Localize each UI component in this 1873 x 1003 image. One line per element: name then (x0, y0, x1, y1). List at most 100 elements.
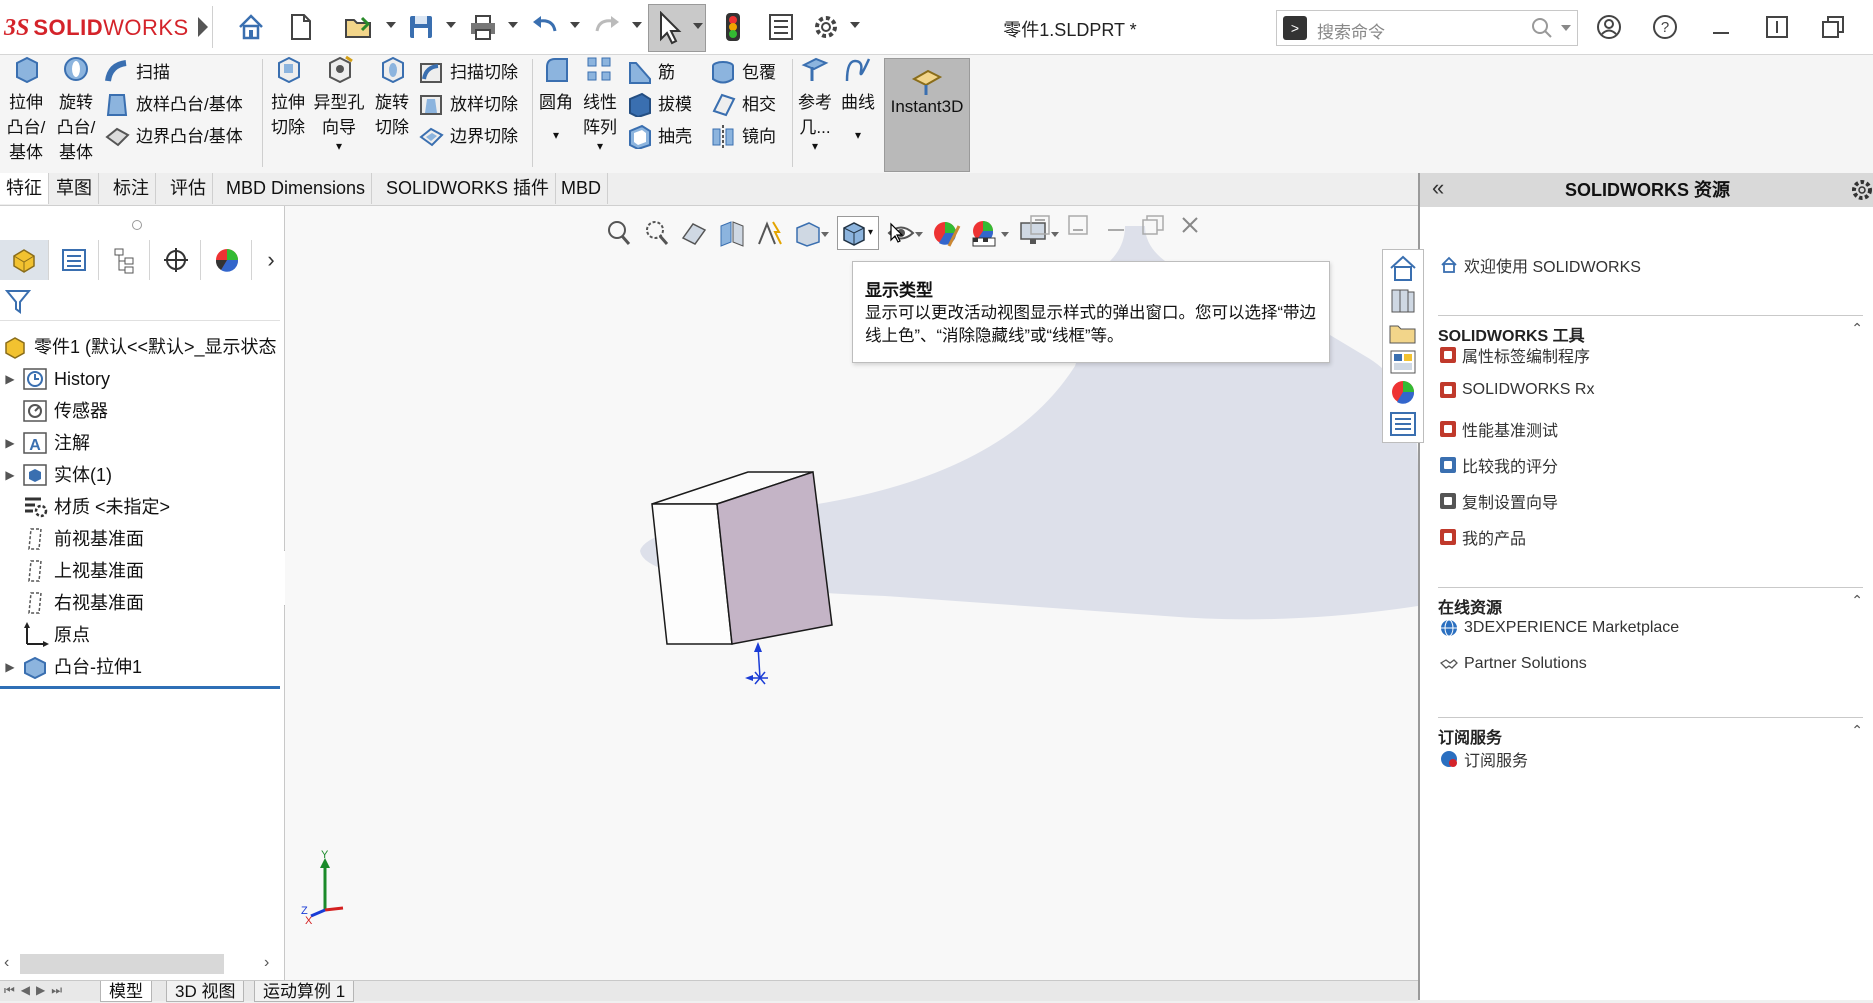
rib-button[interactable]: 筋 (626, 59, 675, 85)
tree-item-solid-bodies[interactable]: ▶ 实体(1) (0, 460, 112, 490)
tree-item-right-plane[interactable]: 右视基准面 (0, 588, 144, 618)
save-dropdown-caret[interactable] (446, 22, 456, 28)
reference-geometry-dropdown-caret[interactable]: ▾ (796, 140, 834, 152)
file-properties-icon[interactable] (766, 12, 796, 42)
tool-link-solidworks-rx[interactable]: SOLIDWORKS Rx (1440, 381, 1594, 399)
extrude-boss-button[interactable]: 拉伸 凸台/ 基体 (4, 55, 48, 165)
tab-3d-views[interactable]: 3D 视图 (166, 981, 245, 1002)
solidworks-logo[interactable]: 3S SOLIDWORKS (4, 10, 189, 46)
edit-appearance-icon[interactable] (931, 218, 961, 248)
subscription-link[interactable]: 订阅服务 (1440, 747, 1528, 771)
wrap-button[interactable]: 包覆 (710, 59, 776, 85)
scroll-right-arrow-icon[interactable]: › (264, 954, 269, 972)
search-icon[interactable] (1531, 17, 1553, 39)
tab-mbd-dimensions[interactable]: MBD Dimensions (220, 173, 373, 204)
tree-item-top-plane[interactable]: 上视基准面 (0, 556, 144, 586)
online-link-partner-solutions[interactable]: Partner Solutions (1440, 655, 1587, 673)
fillet-button[interactable]: 圆角 ▾ (536, 55, 576, 141)
tree-item-sensors[interactable]: 传感器 (0, 396, 108, 426)
boundary-cut-button[interactable]: 边界切除 (418, 123, 518, 149)
more-tabs-chevron-icon[interactable]: › (258, 240, 284, 280)
help-icon[interactable]: ? (1650, 12, 1680, 42)
revolve-boss-button[interactable]: 旋转 凸台/ 基体 (54, 55, 98, 165)
tab-features[interactable]: 特征 (0, 173, 49, 204)
rebuild-traffic-light-icon[interactable] (718, 12, 748, 42)
horizontal-scrollbar-thumb[interactable] (20, 954, 224, 974)
appearances-scenes-icon[interactable] (1388, 378, 1418, 406)
viewport-close-icon[interactable] (1179, 214, 1201, 236)
display-manager-tab[interactable] (203, 240, 252, 280)
online-link-marketplace[interactable]: 3DEXPERIENCE Marketplace (1440, 619, 1679, 637)
tree-item-annotations[interactable]: ▶ A 注解 (0, 428, 90, 458)
open-dropdown-caret[interactable] (386, 22, 396, 28)
redo-dropdown-caret[interactable] (632, 22, 642, 28)
options-gear-icon[interactable] (811, 12, 841, 42)
sweep-button[interactable]: 扫描 (104, 59, 170, 85)
undo-icon[interactable] (530, 12, 560, 42)
viewport-minimize-icon[interactable] (1105, 214, 1127, 236)
zoom-to-fit-icon[interactable] (603, 218, 633, 248)
scroll-left-arrow-icon[interactable]: ‹ (4, 954, 9, 972)
tab-model[interactable]: 模型 (100, 981, 152, 1002)
tool-link-copy-settings-wizard[interactable]: 复制设置向导 (1440, 489, 1558, 513)
hole-wizard-button[interactable]: 异型孔 向导 ▾ (312, 55, 366, 152)
loft-boss-button[interactable]: 放样凸台/基体 (104, 91, 243, 117)
subscription-section-header[interactable]: 订阅服务 ⌃ (1438, 717, 1863, 748)
sweep-cut-button[interactable]: 扫描切除 (418, 59, 518, 85)
expand-arrow-icon[interactable]: ▶ (0, 428, 20, 458)
tab-motion-study-1[interactable]: 运动算例 1 (254, 981, 355, 1002)
solidworks-resources-home-icon[interactable] (1388, 254, 1418, 282)
instant3d-button[interactable]: Instant3D (884, 58, 970, 172)
print-icon[interactable] (468, 12, 498, 42)
tool-link-compare-score[interactable]: 比较我的评分 (1440, 453, 1558, 477)
tab-mbd[interactable]: MBD (555, 173, 608, 204)
collapse-section-chevron-icon[interactable]: ⌃ (1851, 320, 1863, 337)
loft-cut-button[interactable]: 放样切除 (418, 91, 518, 117)
feature-manager-tab[interactable] (0, 240, 49, 280)
dimxpert-manager-tab[interactable] (152, 240, 201, 280)
revolve-cut-button[interactable]: 旋转 切除 (370, 55, 414, 140)
expand-arrow-icon[interactable] (188, 12, 218, 42)
panel-splitter-handle[interactable] (132, 220, 142, 230)
tree-item-boss-extrude1[interactable]: ▶ 凸台-拉伸1 (0, 652, 142, 682)
fillet-dropdown-caret[interactable]: ▾ (536, 129, 576, 141)
curves-dropdown-caret[interactable]: ▾ (838, 129, 878, 141)
expand-arrow-icon[interactable]: ▶ (0, 652, 20, 682)
tab-scroll-arrows[interactable]: ⏮◀▶⏭ (4, 983, 68, 998)
display-style-button[interactable]: ▾ (837, 216, 879, 250)
reference-geometry-button[interactable]: 参考 几... ▾ (796, 55, 834, 152)
open-folder-icon[interactable] (344, 12, 374, 42)
tab-markup[interactable]: 标注 (107, 173, 156, 204)
tab-sketch[interactable]: 草图 (50, 173, 99, 204)
rollback-bar[interactable] (0, 686, 280, 689)
shell-button[interactable]: 抽壳 (626, 123, 692, 149)
home-icon[interactable] (236, 12, 266, 42)
tools-section-header[interactable]: SOLIDWORKS 工具 ⌃ (1438, 315, 1863, 346)
filter-funnel-icon[interactable] (4, 287, 32, 315)
welcome-link[interactable]: 欢迎使用 SOLIDWORKS (1440, 253, 1641, 277)
curves-button[interactable]: 曲线 ▾ (838, 55, 878, 141)
file-explorer-folder-icon[interactable] (1388, 318, 1418, 346)
redo-icon[interactable] (592, 12, 622, 42)
tree-item-material[interactable]: 材质 <未指定> (0, 492, 170, 522)
intersect-button[interactable]: 相交 (710, 91, 776, 117)
tab-solidworks-addins[interactable]: SOLIDWORKS 插件 (380, 173, 557, 204)
cube-model[interactable] (645, 456, 945, 716)
search-dropdown-caret[interactable] (1561, 25, 1571, 31)
viewport-tile-down-icon[interactable] (1067, 214, 1089, 236)
mirror-button[interactable]: 镜向 (710, 123, 776, 149)
tree-item-front-plane[interactable]: 前视基准面 (0, 524, 144, 554)
tree-item-history[interactable]: ▶ History (0, 364, 110, 394)
tool-link-performance-benchmark[interactable]: 性能基准测试 (1440, 417, 1558, 441)
previous-view-icon[interactable] (679, 218, 709, 248)
view-orientation-icon[interactable] (793, 218, 829, 248)
online-resources-section-header[interactable]: 在线资源 ⌃ (1438, 587, 1863, 618)
property-manager-tab[interactable] (50, 240, 99, 280)
graphics-area[interactable]: ▾ Y Z X 显示类型 显示可以更改活动视图显示样式的弹出窗口。您可以选择“带… (285, 206, 1418, 980)
extrude-cut-button[interactable]: 拉伸 切除 (266, 55, 310, 140)
restore-icon[interactable] (1762, 12, 1792, 42)
section-view-icon[interactable] (717, 218, 747, 248)
design-library-icon[interactable] (1388, 286, 1418, 314)
apply-scene-icon[interactable] (969, 218, 1009, 248)
collapse-section-chevron-icon[interactable]: ⌃ (1851, 592, 1863, 609)
